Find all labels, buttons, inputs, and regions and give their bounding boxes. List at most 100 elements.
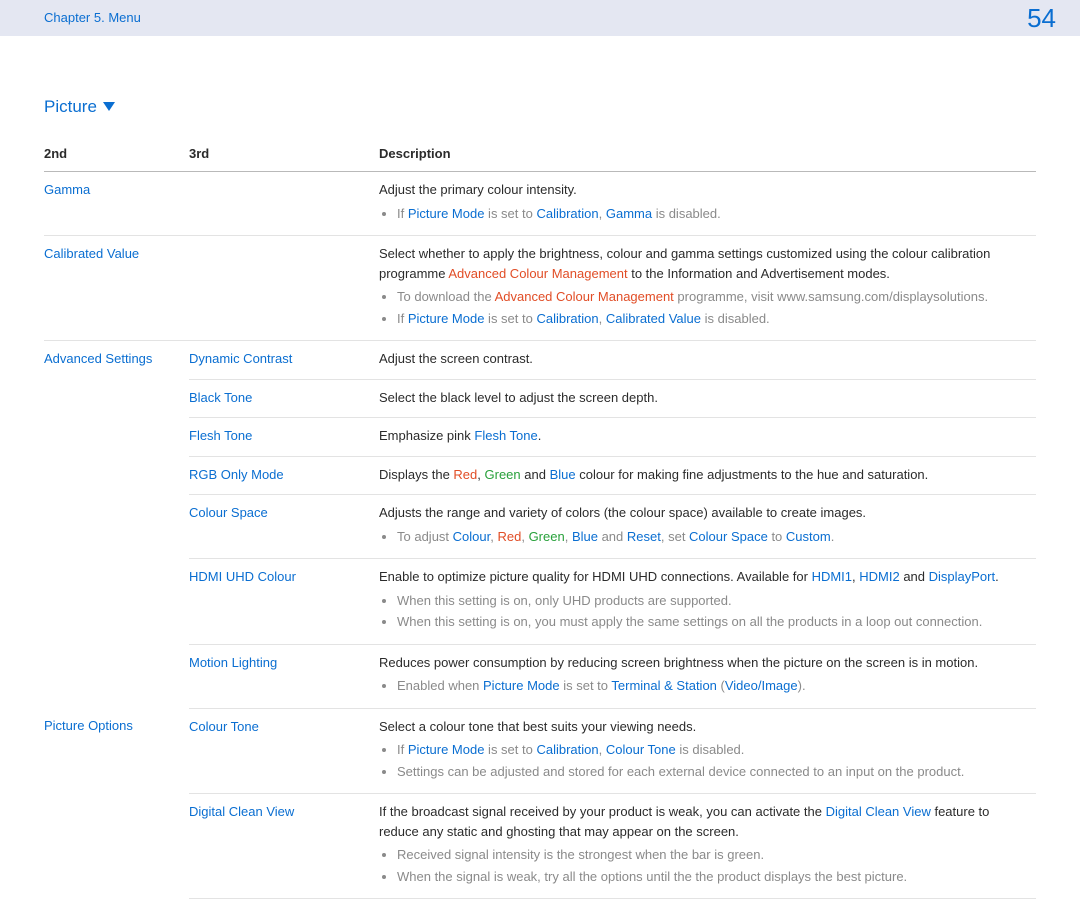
- red-ref: Red: [497, 529, 521, 544]
- blue-ref: Blue: [572, 529, 598, 544]
- cell-3rd-black-tone: Black Tone: [189, 390, 252, 405]
- txt: If the broadcast signal received by your…: [379, 804, 826, 819]
- cell-3rd-dynamic-contrast: Dynamic Contrast: [189, 351, 292, 366]
- txt: ,: [477, 467, 484, 482]
- digital-clean-view-ref: Digital Clean View: [826, 804, 931, 819]
- cell-3rd-digital-clean-view: Digital Clean View: [189, 804, 294, 819]
- desc-colour-tone: Select a colour tone that best suits you…: [379, 708, 1036, 794]
- txt: to: [768, 529, 786, 544]
- txt: is set to: [560, 678, 612, 693]
- txt: Select a colour tone that best suits you…: [379, 719, 696, 734]
- txt: .: [995, 569, 999, 584]
- row-dynamic-contrast: Advanced Settings Dynamic Contrast Adjus…: [44, 341, 1036, 380]
- picture-mode-ref: Picture Mode: [408, 206, 485, 221]
- top-bar: Chapter 5. Menu 54: [0, 0, 1080, 36]
- txt: is set to: [484, 206, 536, 221]
- row-hdmi-uhd-colour: HDMI UHD Colour Enable to optimize pictu…: [44, 559, 1036, 645]
- row-flesh-tone: Flesh Tone Emphasize pink Flesh Tone.: [44, 418, 1036, 457]
- picture-mode-ref: Picture Mode: [408, 311, 485, 326]
- desc-colour-space: Adjusts the range and variety of colors …: [379, 495, 1036, 559]
- cell-2nd-calibrated: Calibrated Value: [44, 246, 139, 261]
- hdmi2-ref: HDMI2: [859, 569, 899, 584]
- header-3rd: 3rd: [189, 138, 379, 172]
- desc-motion-lighting: Reduces power consumption by reducing sc…: [379, 644, 1036, 708]
- displayport-ref: DisplayPort: [929, 569, 995, 584]
- txt: To download the: [397, 289, 495, 304]
- txt: and: [900, 569, 929, 584]
- colour-space-note: To adjust Colour, Red, Green, Blue and R…: [397, 527, 1028, 547]
- hdmi-note-2: When this setting is on, you must apply …: [397, 612, 1028, 632]
- calibration-ref: Calibration: [536, 206, 598, 221]
- txt: Displays the: [379, 467, 453, 482]
- cell-desc-calibrated: Select whether to apply the brightness, …: [379, 236, 1036, 341]
- cell-3rd-hdmi-uhd: HDMI UHD Colour: [189, 569, 296, 584]
- desc-rgb-only: Displays the Red, Green and Blue colour …: [379, 456, 1036, 495]
- txt: and: [598, 529, 627, 544]
- txt: ,: [521, 529, 528, 544]
- desc-hdmi-uhd: Enable to optimize picture quality for H…: [379, 559, 1036, 645]
- row-colour-space: Colour Space Adjusts the range and varie…: [44, 495, 1036, 559]
- desc-dynamic-contrast: Adjust the screen contrast.: [379, 351, 533, 366]
- cell-2nd-picture-options: Picture Options: [44, 718, 133, 733]
- calibrated-value-ref: Calibrated Value: [606, 311, 701, 326]
- cell-desc-gamma: Adjust the primary colour intensity. If …: [379, 172, 1036, 236]
- video-image-ref: Video/Image: [725, 678, 798, 693]
- calibrated-note-download: To download the Advanced Colour Manageme…: [397, 287, 1028, 307]
- txt: is disabled.: [676, 742, 745, 757]
- txt: .: [538, 428, 542, 443]
- txt: ,: [599, 206, 606, 221]
- cell-3rd-colour-tone: Colour Tone: [189, 719, 259, 734]
- page-number: 54: [1027, 0, 1056, 38]
- table-header-row: 2nd 3rd Description: [44, 138, 1036, 172]
- txt: Enabled when: [397, 678, 483, 693]
- txt: , set: [661, 529, 689, 544]
- chapter-label: Chapter 5. Menu: [44, 8, 141, 28]
- colour-tone-note-1: If Picture Mode is set to Calibration, C…: [397, 740, 1028, 760]
- settings-table: 2nd 3rd Description Gamma Adjust the pri…: [44, 138, 1036, 899]
- desc-flesh-tone: Emphasize pink Flesh Tone.: [379, 418, 1036, 457]
- picture-mode-ref: Picture Mode: [408, 742, 485, 757]
- picture-mode-ref: Picture Mode: [483, 678, 560, 693]
- gamma-ref: Gamma: [606, 206, 652, 221]
- dropdown-triangle-icon: [103, 102, 115, 111]
- row-calibrated-value: Calibrated Value Select whether to apply…: [44, 236, 1036, 341]
- desc-digital-clean-view: If the broadcast signal received by your…: [379, 794, 1036, 899]
- green-ref: Green: [529, 529, 565, 544]
- calibration-ref: Calibration: [536, 311, 598, 326]
- cell-3rd-flesh-tone: Flesh Tone: [189, 428, 252, 443]
- row-digital-clean-view: Digital Clean View If the broadcast sign…: [44, 794, 1036, 899]
- calibrated-note-disabled: If Picture Mode is set to Calibration, C…: [397, 309, 1028, 329]
- txt: is set to: [484, 742, 536, 757]
- acm-ref2: Advanced Colour Management: [495, 289, 674, 304]
- txt: .: [831, 529, 835, 544]
- terminal-station-ref: Terminal & Station: [611, 678, 717, 693]
- txt: (: [717, 678, 725, 693]
- txt: ,: [599, 311, 606, 326]
- txt: programme, visit www.samsung.com/display…: [674, 289, 988, 304]
- hdmi-note-1: When this setting is on, only UHD produc…: [397, 591, 1028, 611]
- section-title-text: Picture: [44, 94, 97, 120]
- section-title: Picture: [44, 94, 1036, 120]
- desc-black-tone: Select the black level to adjust the scr…: [379, 390, 658, 405]
- txt: ,: [565, 529, 572, 544]
- row-gamma: Gamma Adjust the primary colour intensit…: [44, 172, 1036, 236]
- txt: and: [521, 467, 550, 482]
- cell-3rd-colour-space: Colour Space: [189, 505, 268, 520]
- txt: Enable to optimize picture quality for H…: [379, 569, 812, 584]
- txt: to the Information and Advertisement mod…: [628, 266, 890, 281]
- txt: is disabled.: [652, 206, 721, 221]
- txt: Emphasize pink: [379, 428, 474, 443]
- colour-space-ref: Colour Space: [689, 529, 768, 544]
- txt: ,: [599, 742, 606, 757]
- row-black-tone: Black Tone Select the black level to adj…: [44, 379, 1036, 418]
- txt: is set to: [484, 311, 536, 326]
- red-ref: Red: [453, 467, 477, 482]
- row-rgb-only-mode: RGB Only Mode Displays the Red, Green an…: [44, 456, 1036, 495]
- flesh-tone-ref: Flesh Tone: [474, 428, 537, 443]
- txt: ).: [798, 678, 806, 693]
- dcv-note-2: When the signal is weak, try all the opt…: [397, 867, 1028, 887]
- txt: If: [397, 311, 408, 326]
- txt: If: [397, 206, 408, 221]
- acm-ref: Advanced Colour Management: [448, 266, 627, 281]
- hdmi1-ref: HDMI1: [812, 569, 852, 584]
